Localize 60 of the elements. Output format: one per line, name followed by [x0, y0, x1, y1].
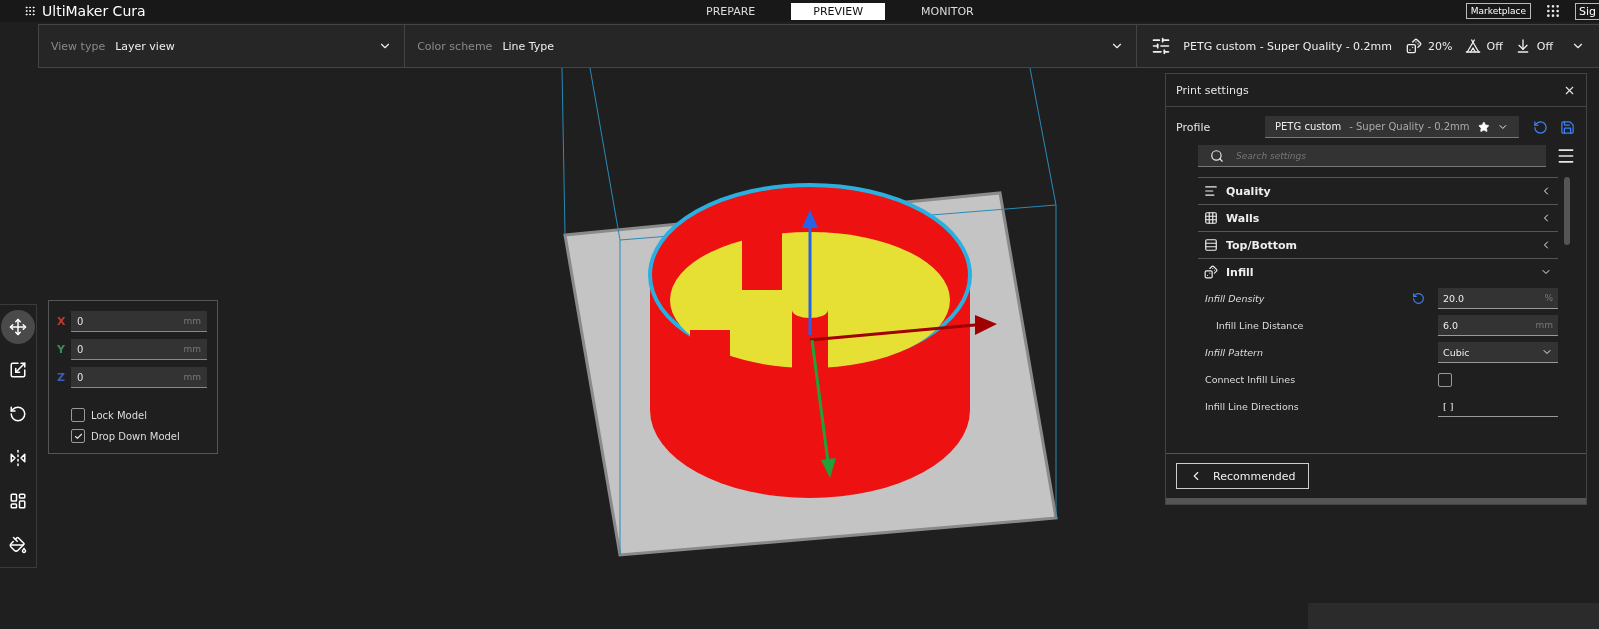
number-field[interactable]: 6.0 mm: [1438, 315, 1558, 336]
save-icon[interactable]: [1560, 119, 1575, 135]
infill-summary: 20%: [1428, 39, 1453, 53]
setting-label: Infill Line Distance: [1216, 320, 1304, 331]
setting-label: Infill Pattern: [1205, 347, 1264, 358]
coordinate-field[interactable]: 0 mm: [71, 367, 207, 388]
apps-icon[interactable]: [1544, 3, 1561, 19]
rotate-icon: [9, 405, 27, 424]
scale-icon: [9, 361, 27, 380]
move-icon: [9, 317, 27, 336]
option-label: Lock Model: [91, 409, 147, 421]
stage-tab[interactable]: PREVIEW: [791, 2, 886, 20]
panel-title: Print settings: [1176, 83, 1249, 97]
setting-label: Connect Infill Lines: [1205, 374, 1296, 385]
checkbox[interactable]: [71, 429, 85, 443]
dropdown[interactable]: Cubic: [1438, 342, 1558, 363]
checkbox[interactable]: [1438, 372, 1452, 387]
profile-label: Profile: [1176, 120, 1212, 134]
menu-icon[interactable]: [1556, 146, 1576, 166]
reset-icon[interactable]: [1533, 119, 1548, 135]
resize-handle[interactable]: [1166, 498, 1586, 504]
dice-icon: [1204, 265, 1218, 279]
layers-icon: [1204, 238, 1218, 252]
reset-icon[interactable]: [1412, 292, 1425, 305]
star-icon: [1477, 120, 1490, 133]
scrollbar[interactable]: [1564, 177, 1570, 245]
search-field[interactable]: Search settings: [1198, 145, 1547, 167]
app-name: UltiMaker Cura: [42, 3, 146, 19]
recommended-button[interactable]: Recommended: [1176, 463, 1309, 489]
mirror-icon: [9, 448, 27, 467]
axis-label: Y: [57, 343, 66, 356]
coordinate-field[interactable]: 0 mm: [71, 311, 207, 332]
checkbox[interactable]: [71, 408, 85, 422]
account-button[interactable]: Sig: [1574, 2, 1599, 20]
tent-icon: [1464, 38, 1481, 54]
tiles-icon: [9, 492, 27, 511]
stage-tab[interactable]: MONITOR: [899, 2, 996, 20]
coordinate-field[interactable]: 0 mm: [71, 339, 207, 360]
sliders-icon: [1151, 36, 1172, 56]
setting-label: Infill Density: [1205, 293, 1265, 304]
axis-label: Z: [57, 371, 66, 384]
search-icon: [1210, 149, 1224, 163]
bars-icon: [1204, 184, 1218, 198]
text-field[interactable]: [ ]: [1438, 396, 1558, 417]
checker-icon: [24, 5, 36, 17]
marketplace-button[interactable]: Marketplace: [1465, 3, 1531, 19]
profile-summary: PETG custom - Super Quality - 0.2mm: [1183, 39, 1393, 53]
check-icon: [73, 431, 83, 441]
number-field[interactable]: 20.0 %: [1438, 288, 1558, 309]
stage-tab[interactable]: PREPARE: [684, 2, 778, 20]
bucket-icon: [9, 536, 27, 555]
setting-label: Infill Line Directions: [1205, 401, 1299, 412]
dice-icon: [1406, 38, 1423, 54]
adhesion-summary: Off: [1536, 39, 1553, 53]
tool-button[interactable]: [1, 309, 35, 344]
grid-icon: [1204, 211, 1218, 225]
axis-label: X: [57, 315, 67, 328]
profile-dropdown[interactable]: PETG custom - Super Quality - 0.2mm: [1265, 116, 1519, 138]
support-summary: Off: [1486, 39, 1503, 53]
option-label: Drop Down Model: [91, 430, 180, 442]
